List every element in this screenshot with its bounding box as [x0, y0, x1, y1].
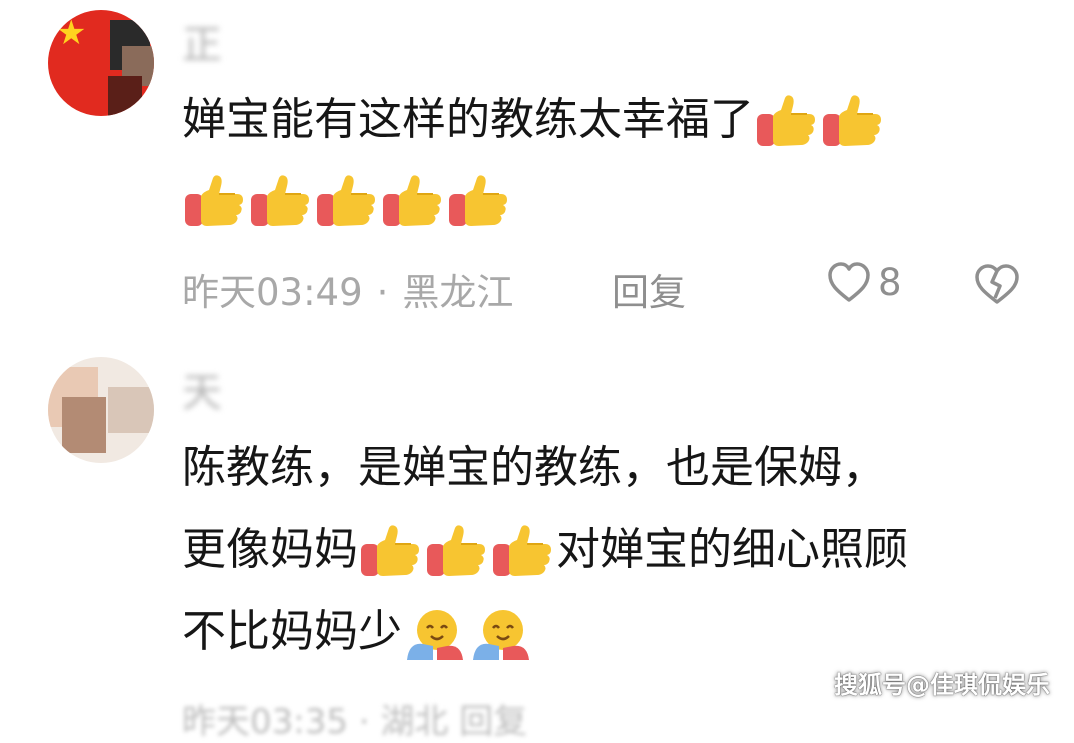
thumbs-up-emoji-icon [183, 174, 247, 230]
username[interactable]: 正 [182, 12, 224, 70]
thumbs-up-emoji-icon [447, 174, 511, 230]
like-count: 8 [878, 260, 902, 304]
hugging-face-emoji-icon [469, 606, 533, 662]
thumbs-up-emoji-icon [491, 524, 555, 580]
thumbs-up-emoji-icon [315, 174, 379, 230]
comment-meta: 昨天03:49 · 黑龙江 [182, 271, 514, 314]
comment-text-line [182, 172, 512, 230]
comment-location: 黑龙江 [402, 271, 514, 314]
avatar[interactable]: ★ [48, 10, 154, 116]
comment-text-line: 不比妈妈少 [182, 604, 534, 662]
comment-time: 昨天03:49 [182, 271, 363, 314]
avatar[interactable] [48, 357, 154, 463]
like-button[interactable]: 8 [826, 260, 902, 304]
comment-text-line: 更像妈妈 对婵宝的细心照顾 [182, 522, 908, 580]
username[interactable]: 天 [182, 360, 224, 418]
thumbs-up-emoji-icon [381, 174, 445, 230]
thumbs-up-emoji-icon [425, 524, 489, 580]
thumbs-up-emoji-icon [821, 94, 885, 150]
flag-star-icon: ★ [56, 13, 87, 53]
comment-text-line: 婵宝能有这样的教练太幸福了 [182, 92, 886, 150]
heart-outline-icon [828, 262, 870, 302]
broken-heart-icon[interactable] [972, 262, 1022, 306]
comment-text-line: 陈教练，是婵宝的教练，也是保姆， [182, 442, 886, 493]
thumbs-up-emoji-icon [249, 174, 313, 230]
comment-meta-partial: 昨天03:35 · 湖北 回复 [182, 702, 528, 742]
reply-button[interactable]: 回复 [612, 262, 686, 316]
thumbs-up-emoji-icon [359, 524, 423, 580]
thumbs-up-emoji-icon [755, 94, 819, 150]
watermark: 搜狐号@佳琪侃娱乐 [834, 671, 1050, 699]
hugging-face-emoji-icon [403, 606, 467, 662]
